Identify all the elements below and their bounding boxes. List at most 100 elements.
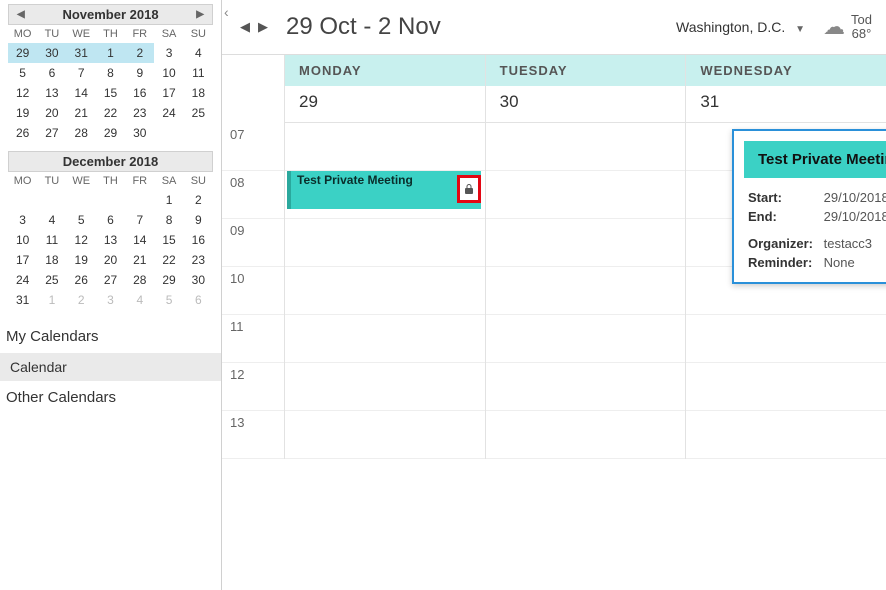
day-cell[interactable]: 30 bbox=[37, 43, 66, 63]
day-cell[interactable]: 19 bbox=[67, 250, 96, 270]
day-cell[interactable]: 3 bbox=[96, 290, 125, 310]
weather-widget[interactable]: ☁ Tod 68° bbox=[823, 13, 872, 42]
day-cell[interactable]: 19 bbox=[8, 103, 37, 123]
time-cell[interactable] bbox=[486, 171, 686, 219]
day-cell[interactable]: 29 bbox=[8, 43, 37, 63]
day-cell[interactable]: 8 bbox=[96, 63, 125, 83]
day-date[interactable]: 30 bbox=[486, 86, 686, 123]
day-cell[interactable]: 14 bbox=[67, 83, 96, 103]
day-cell[interactable]: 25 bbox=[184, 103, 213, 123]
day-cell[interactable]: 21 bbox=[125, 250, 154, 270]
day-cell[interactable]: 2 bbox=[184, 190, 213, 210]
day-cell[interactable] bbox=[96, 190, 125, 210]
day-cell[interactable] bbox=[8, 190, 37, 210]
day-cell[interactable]: 30 bbox=[184, 270, 213, 290]
day-cell[interactable]: 4 bbox=[184, 43, 213, 63]
day-cell[interactable]: 13 bbox=[96, 230, 125, 250]
day-cell[interactable]: 21 bbox=[67, 103, 96, 123]
week-next-icon[interactable]: ▶ bbox=[254, 19, 272, 35]
day-cell[interactable]: 29 bbox=[96, 123, 125, 143]
day-cell[interactable]: 12 bbox=[67, 230, 96, 250]
day-cell[interactable] bbox=[125, 190, 154, 210]
time-cell[interactable] bbox=[285, 267, 485, 315]
day-cell[interactable]: 3 bbox=[154, 43, 183, 63]
day-cell[interactable]: 3 bbox=[8, 210, 37, 230]
time-cell[interactable] bbox=[285, 219, 485, 267]
time-cell[interactable] bbox=[486, 315, 686, 363]
time-cell[interactable] bbox=[285, 123, 485, 171]
time-cell[interactable] bbox=[486, 219, 686, 267]
month-next-icon[interactable]: ▶ bbox=[190, 7, 210, 22]
day-cell[interactable]: 26 bbox=[8, 123, 37, 143]
day-cell[interactable]: 27 bbox=[37, 123, 66, 143]
day-cell[interactable]: 27 bbox=[96, 270, 125, 290]
day-cell[interactable]: 20 bbox=[37, 103, 66, 123]
day-cell[interactable]: 1 bbox=[96, 43, 125, 63]
day-cell[interactable]: 1 bbox=[154, 190, 183, 210]
day-cell[interactable]: 11 bbox=[37, 230, 66, 250]
time-cell[interactable] bbox=[486, 363, 686, 411]
day-cell[interactable]: 9 bbox=[184, 210, 213, 230]
day-cell[interactable]: 28 bbox=[125, 270, 154, 290]
time-cell[interactable] bbox=[486, 411, 686, 459]
day-cell[interactable]: 17 bbox=[154, 83, 183, 103]
day-cell[interactable]: 22 bbox=[96, 103, 125, 123]
day-cell[interactable]: 4 bbox=[37, 210, 66, 230]
day-cell[interactable]: 10 bbox=[8, 230, 37, 250]
location-picker[interactable]: Washington, D.C. ▼ bbox=[676, 19, 805, 35]
day-cell[interactable]: 11 bbox=[184, 63, 213, 83]
day-cell[interactable]: 6 bbox=[37, 63, 66, 83]
day-cell[interactable]: 6 bbox=[96, 210, 125, 230]
day-cell[interactable]: 1 bbox=[37, 290, 66, 310]
time-cell[interactable] bbox=[285, 411, 485, 459]
day-column-monday[interactable]: Test Private Meeting bbox=[284, 123, 485, 459]
my-calendars-header[interactable]: My Calendars bbox=[0, 320, 221, 353]
day-cell[interactable]: 2 bbox=[67, 290, 96, 310]
time-cell[interactable] bbox=[686, 315, 886, 363]
day-cell[interactable]: 23 bbox=[184, 250, 213, 270]
day-cell[interactable]: 5 bbox=[67, 210, 96, 230]
day-cell[interactable]: 24 bbox=[8, 270, 37, 290]
day-cell[interactable] bbox=[37, 190, 66, 210]
day-cell[interactable]: 18 bbox=[184, 83, 213, 103]
day-cell[interactable]: 7 bbox=[67, 63, 96, 83]
day-cell[interactable]: 9 bbox=[125, 63, 154, 83]
day-cell[interactable]: 16 bbox=[184, 230, 213, 250]
day-cell[interactable]: 6 bbox=[184, 290, 213, 310]
day-cell[interactable]: 16 bbox=[125, 83, 154, 103]
time-cell[interactable] bbox=[486, 123, 686, 171]
time-cell[interactable] bbox=[686, 363, 886, 411]
day-cell[interactable]: 31 bbox=[67, 43, 96, 63]
week-prev-icon[interactable]: ◀ bbox=[236, 19, 254, 35]
time-cell[interactable] bbox=[486, 267, 686, 315]
calendar-item[interactable]: Calendar bbox=[0, 353, 221, 381]
day-cell[interactable]: 25 bbox=[37, 270, 66, 290]
day-cell[interactable]: 13 bbox=[37, 83, 66, 103]
day-cell[interactable]: 2 bbox=[125, 43, 154, 63]
day-cell[interactable]: 28 bbox=[67, 123, 96, 143]
time-cell[interactable] bbox=[686, 411, 886, 459]
day-cell[interactable] bbox=[67, 190, 96, 210]
day-cell[interactable]: 29 bbox=[154, 270, 183, 290]
day-cell[interactable]: 5 bbox=[154, 290, 183, 310]
time-cell[interactable] bbox=[285, 315, 485, 363]
other-calendars-header[interactable]: Other Calendars bbox=[0, 381, 221, 414]
day-cell[interactable]: 18 bbox=[37, 250, 66, 270]
day-cell[interactable]: 31 bbox=[8, 290, 37, 310]
event-test-private-meeting[interactable]: Test Private Meeting bbox=[287, 171, 481, 209]
day-date[interactable]: 31 bbox=[686, 86, 886, 123]
day-cell[interactable]: 22 bbox=[154, 250, 183, 270]
day-cell[interactable]: 17 bbox=[8, 250, 37, 270]
day-column-tuesday[interactable] bbox=[485, 123, 686, 459]
day-cell[interactable]: 15 bbox=[154, 230, 183, 250]
day-date[interactable]: 29 bbox=[285, 86, 485, 123]
day-cell[interactable]: 23 bbox=[125, 103, 154, 123]
day-cell[interactable]: 12 bbox=[8, 83, 37, 103]
day-cell[interactable]: 8 bbox=[154, 210, 183, 230]
month-prev-icon[interactable]: ◀ bbox=[11, 7, 31, 22]
day-cell[interactable]: 4 bbox=[125, 290, 154, 310]
day-cell[interactable]: 10 bbox=[154, 63, 183, 83]
day-cell[interactable]: 15 bbox=[96, 83, 125, 103]
day-cell[interactable]: 7 bbox=[125, 210, 154, 230]
day-cell[interactable]: 14 bbox=[125, 230, 154, 250]
